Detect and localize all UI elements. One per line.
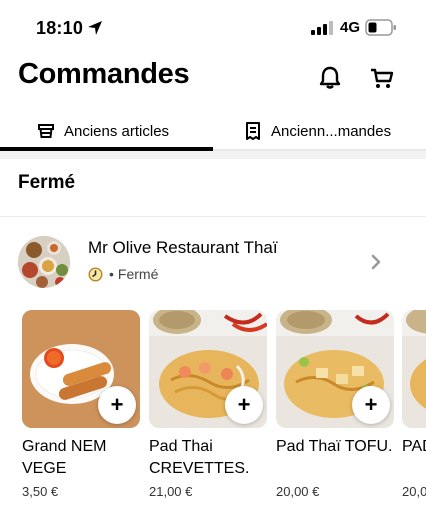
basket-icon (38, 124, 54, 138)
restaurant-row[interactable]: Mr Olive Restaurant Thaï • Fermé (0, 228, 426, 298)
location-arrow-icon (88, 21, 102, 35)
page-title: Commandes (18, 58, 190, 90)
signal-icon (311, 21, 333, 35)
product-name: PAD SAL… (402, 438, 426, 455)
restaurant-name: Mr Olive Restaurant Thaï (88, 238, 278, 257)
cart-icon[interactable] (368, 64, 396, 92)
product-price: 21,00 € (149, 484, 193, 499)
receipt-icon (246, 122, 260, 140)
tab-label: Ancienn...mandes (271, 122, 392, 140)
product-price: 20,00 € (276, 484, 320, 499)
chevron-right-icon (371, 254, 381, 270)
restaurant-avatar (18, 236, 70, 288)
product-image (402, 310, 426, 428)
add-to-cart-button[interactable]: + (225, 386, 263, 424)
product-name: Pad Thaï TOFU. (276, 438, 393, 455)
tab-previous-orders[interactable]: Ancienn...mandes (213, 108, 426, 154)
bell-icon[interactable] (316, 64, 344, 92)
tab-label: Anciens articles (64, 122, 170, 140)
product-carousel[interactable]: + Grand NEM VEGE 3,50 € + Pad Thai CREVE… (0, 310, 426, 512)
section-heading: Fermé (18, 172, 76, 193)
divider (0, 216, 426, 217)
add-to-cart-button[interactable]: + (352, 386, 390, 424)
add-to-cart-button[interactable]: + (98, 386, 136, 424)
status-bar: 18:10 4G (0, 0, 426, 56)
battery-icon (365, 19, 396, 36)
section-separator (0, 151, 426, 159)
product-name: Grand NEM VEGE (22, 438, 107, 477)
product-price: 3,50 € (22, 484, 59, 499)
network-type: 4G (340, 19, 361, 36)
status-time: 18:10 (36, 18, 84, 38)
status-separator: • (109, 266, 114, 282)
status-label: Fermé (117, 266, 159, 282)
product-price: 20,0… (402, 484, 426, 499)
product-name: Pad Thai CREVETTES. (149, 438, 250, 477)
restaurant-status: • Fermé (88, 266, 158, 282)
clock-icon (88, 266, 103, 282)
